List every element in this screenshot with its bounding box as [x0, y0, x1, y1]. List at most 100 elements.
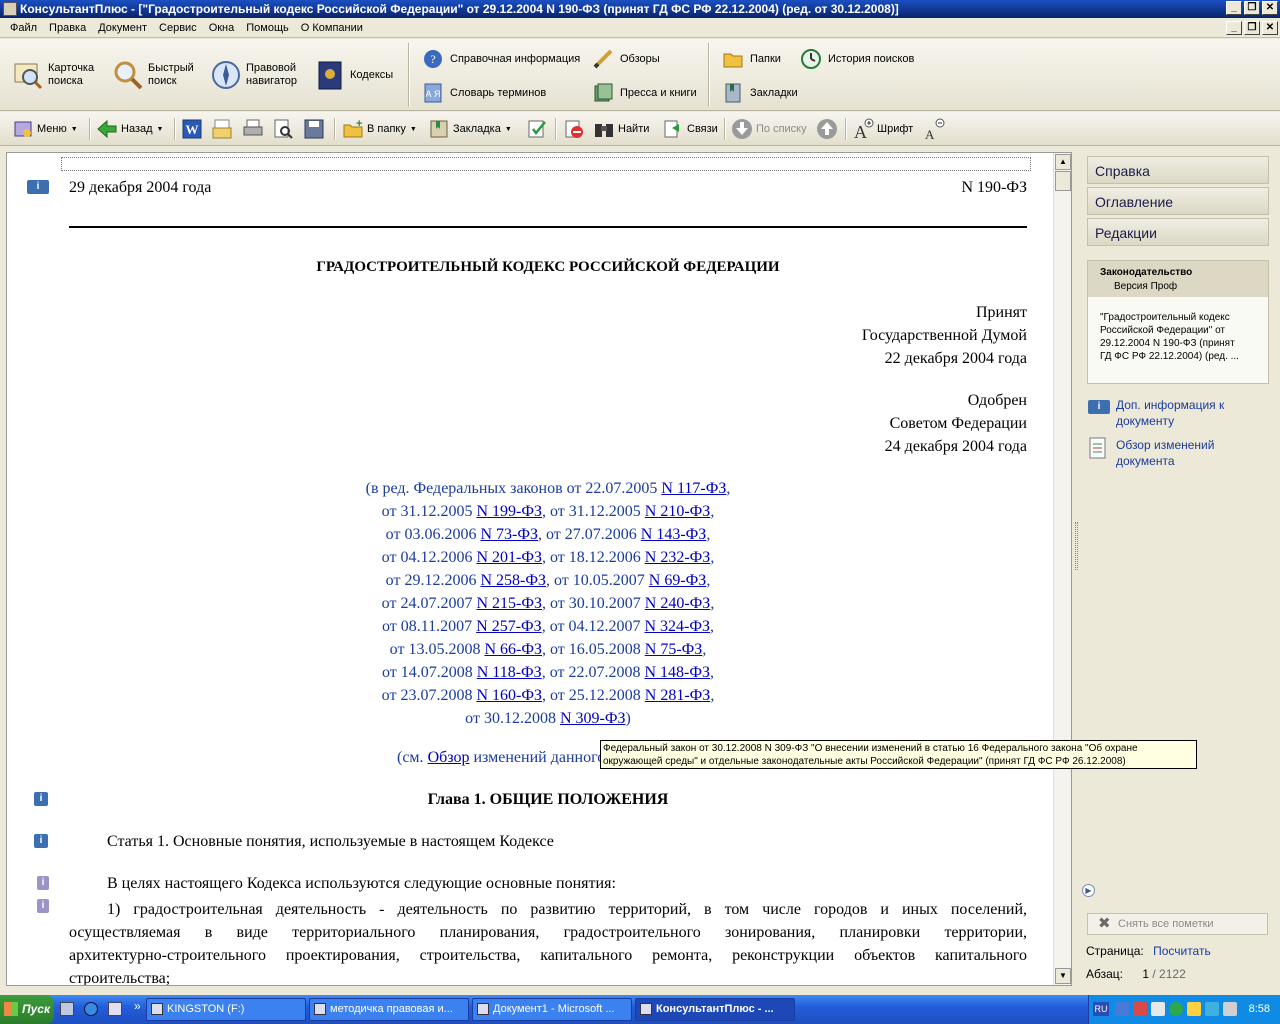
chevron-right-icon[interactable]: »	[134, 999, 141, 1013]
law-link[interactable]: N 73-ФЗ	[480, 526, 538, 543]
count-pages-link[interactable]: Посчитать	[1153, 944, 1211, 958]
doc-minimize-button[interactable]: _	[1226, 21, 1242, 35]
reference-info-button[interactable]: ? Справочная информация	[422, 48, 580, 70]
menu-file[interactable]: Файл	[4, 18, 43, 38]
scroll-thumb[interactable]	[1055, 171, 1071, 191]
task-word-doc1[interactable]: методичка правовая и...	[309, 998, 469, 1021]
font-decrease-button[interactable]: A	[924, 117, 949, 141]
doc-restore-button[interactable]: ❐	[1244, 21, 1260, 35]
extra-info-link[interactable]: Доп. информация к документу	[1116, 397, 1224, 429]
remove-marks-button[interactable]	[563, 117, 588, 141]
menu-service[interactable]: Сервис	[153, 18, 203, 38]
restore-button[interactable]: ❐	[1244, 1, 1260, 15]
start-button[interactable]: Пуск	[0, 995, 54, 1024]
tray-icon[interactable]	[1187, 1002, 1201, 1016]
law-link[interactable]: N 258-ФЗ	[480, 572, 546, 589]
close-button[interactable]: ✕	[1262, 1, 1278, 15]
menu-about[interactable]: О Компании	[295, 18, 369, 38]
tray-icon[interactable]	[1223, 1002, 1237, 1016]
law-link[interactable]: N 324-ФЗ	[644, 618, 710, 635]
info-icon[interactable]: i	[37, 899, 49, 913]
menu-help[interactable]: Помощь	[240, 18, 295, 38]
document-pane[interactable]: i 29 декабря 2004 года N 190-ФЗ ГРАДОСТР…	[6, 152, 1072, 986]
menu-edit[interactable]: Правка	[43, 18, 92, 38]
browser-icon[interactable]	[84, 1002, 98, 1016]
tray-icon[interactable]	[1133, 1002, 1147, 1016]
export-word-button[interactable]: W	[181, 117, 206, 141]
tray-icon[interactable]	[1169, 1002, 1183, 1016]
print-preview-button[interactable]	[272, 117, 297, 141]
vertical-scrollbar[interactable]: ▲ ▼	[1053, 153, 1071, 985]
back-button[interactable]: Назад ▼	[96, 117, 163, 141]
quick-search-button[interactable]: Быстрый поиск	[112, 59, 202, 91]
tab-editions[interactable]: Редакции	[1087, 218, 1269, 246]
info-icon[interactable]: i	[34, 792, 48, 806]
panel-splitter[interactable]	[1073, 152, 1081, 986]
reviews-button[interactable]: Обзоры	[592, 48, 660, 70]
law-link[interactable]: N 257-ФЗ	[476, 618, 542, 635]
save-button[interactable]	[303, 117, 328, 141]
by-list-up-button[interactable]	[816, 117, 841, 141]
law-link[interactable]: N 118-ФЗ	[477, 664, 542, 681]
tray-icon[interactable]	[1205, 1002, 1219, 1016]
mark-button[interactable]	[526, 117, 551, 141]
font-label: Шрифт	[877, 123, 914, 135]
scroll-up-arrow-icon[interactable]: ▲	[1055, 154, 1071, 170]
find-button[interactable]: Найти	[593, 117, 649, 141]
collapse-arrow-icon[interactable]: ▶	[1082, 884, 1095, 897]
doc-close-button[interactable]: ✕	[1262, 21, 1278, 35]
language-indicator[interactable]: RU	[1093, 1002, 1109, 1016]
task-word-doc2[interactable]: Документ1 - Microsoft ...	[472, 998, 632, 1021]
changes-review-link[interactable]: Обзор изменений документа	[1116, 437, 1214, 469]
law-link[interactable]: N 240-ФЗ	[645, 595, 711, 612]
law-link[interactable]: N 281-ФЗ	[645, 687, 711, 704]
law-link[interactable]: N 66-ФЗ	[484, 641, 542, 658]
law-link[interactable]: N 215-ФЗ	[476, 595, 542, 612]
legal-navigator-button[interactable]: Правовой навигатор	[210, 59, 306, 91]
menu-windows[interactable]: Окна	[203, 18, 241, 38]
info-icon[interactable]: i	[37, 876, 49, 890]
law-link[interactable]: N 160-ФЗ	[476, 687, 542, 704]
info-icon[interactable]: i	[27, 180, 49, 194]
print-button[interactable]	[242, 117, 267, 141]
press-books-button[interactable]: Пресса и книги	[592, 82, 697, 104]
folders-button[interactable]: Папки	[722, 48, 781, 70]
tab-help[interactable]: Справка	[1087, 156, 1269, 184]
review-link[interactable]: Обзор	[428, 749, 470, 766]
task-consultant[interactable]: КонсультантПлюс - ...	[635, 998, 795, 1021]
tray-icon[interactable]	[1115, 1002, 1129, 1016]
clear-marks-button[interactable]: ✖ Снять все пометки	[1087, 913, 1268, 935]
font-increase-button[interactable]: A Шрифт	[852, 117, 913, 141]
quicklaunch-icon[interactable]	[60, 1002, 74, 1016]
send-email-button[interactable]	[211, 117, 236, 141]
card-search-button[interactable]: Карточка поиска	[12, 59, 104, 91]
law-link[interactable]: N 309-ФЗ	[560, 710, 626, 727]
task-kingston[interactable]: KINGSTON (F:)	[146, 998, 306, 1021]
bookmark-button[interactable]: Закладка ▼	[428, 117, 512, 141]
law-link[interactable]: N 75-ФЗ	[645, 641, 703, 658]
law-link[interactable]: N 232-ФЗ	[645, 549, 711, 566]
search-history-button[interactable]: История поисков	[800, 48, 914, 70]
law-link[interactable]: N 201-ФЗ	[476, 549, 542, 566]
bookmarks-button[interactable]: Закладки	[722, 82, 798, 104]
minimize-button[interactable]: _	[1226, 1, 1242, 15]
law-link[interactable]: N 117-ФЗ	[661, 480, 726, 497]
codes-button[interactable]: Кодексы	[314, 59, 404, 91]
glossary-button[interactable]: А Я Словарь терминов	[422, 82, 546, 104]
menu-document[interactable]: Документ	[92, 18, 153, 38]
amendment-line: от 23.07.2008 N 160-ФЗ, от 25.12.2008 N …	[69, 684, 1027, 707]
links-button[interactable]: Связи	[662, 117, 718, 141]
law-link[interactable]: N 143-ФЗ	[641, 526, 707, 543]
law-link[interactable]: N 199-ФЗ	[476, 503, 542, 520]
tab-contents[interactable]: Оглавление	[1087, 187, 1269, 215]
quicklaunch-icon[interactable]	[108, 1002, 122, 1016]
info-icon[interactable]: i	[34, 834, 48, 848]
by-list-down-button[interactable]: По списку	[731, 117, 807, 141]
law-link[interactable]: N 210-ФЗ	[645, 503, 711, 520]
scroll-down-arrow-icon[interactable]: ▼	[1055, 968, 1071, 984]
menu-dropdown-button[interactable]: Меню ▼	[12, 117, 78, 141]
law-link[interactable]: N 148-ФЗ	[644, 664, 710, 681]
law-link[interactable]: N 69-ФЗ	[649, 572, 707, 589]
to-folder-button[interactable]: + В папку ▼	[342, 117, 417, 141]
tray-icon[interactable]	[1151, 1002, 1165, 1016]
